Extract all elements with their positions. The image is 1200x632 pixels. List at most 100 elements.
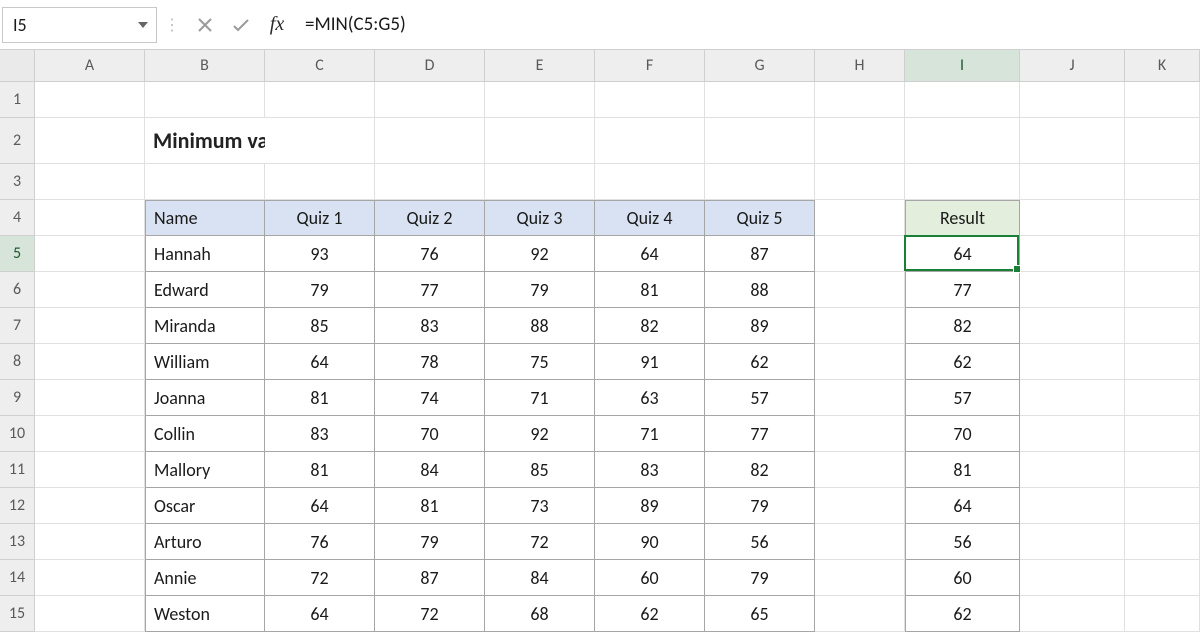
quiz-cell[interactable]: 64 [265,488,375,524]
cell[interactable] [1125,82,1200,118]
quiz-cell[interactable]: 76 [265,524,375,560]
row-header-8[interactable]: 8 [0,344,35,380]
name-cell[interactable]: Collin [145,416,265,452]
table-header[interactable]: Quiz 2 [375,200,485,236]
cell[interactable] [1020,524,1125,560]
page-title[interactable]: Minimum value [145,118,265,164]
cell[interactable] [35,416,145,452]
cell[interactable] [1020,164,1125,200]
quiz-cell[interactable]: 81 [595,272,705,308]
column-header-I[interactable]: I [905,50,1020,82]
quiz-cell[interactable]: 64 [265,596,375,632]
quiz-cell[interactable]: 79 [375,524,485,560]
cell[interactable] [705,82,815,118]
quiz-cell[interactable]: 74 [375,380,485,416]
cell[interactable] [35,596,145,632]
table-header[interactable]: Name [145,200,265,236]
cell[interactable] [815,452,905,488]
quiz-cell[interactable]: 64 [595,236,705,272]
cancel-icon[interactable] [187,7,223,43]
cell[interactable] [145,164,265,200]
cell[interactable] [145,82,265,118]
result-cell[interactable]: 60 [905,560,1020,596]
quiz-cell[interactable]: 84 [375,452,485,488]
formula-input[interactable] [295,7,1198,43]
cell[interactable] [815,308,905,344]
table-header[interactable]: Quiz 3 [485,200,595,236]
cell[interactable] [1020,236,1125,272]
cell[interactable] [705,118,815,164]
row-header-4[interactable]: 4 [0,200,35,236]
quiz-cell[interactable]: 60 [595,560,705,596]
name-cell[interactable]: Miranda [145,308,265,344]
quiz-cell[interactable]: 82 [595,308,705,344]
quiz-cell[interactable]: 62 [595,596,705,632]
cell[interactable] [1125,380,1200,416]
cell[interactable] [1125,488,1200,524]
cell[interactable] [1125,200,1200,236]
cell[interactable] [815,344,905,380]
cell[interactable] [905,82,1020,118]
quiz-cell[interactable]: 83 [595,452,705,488]
name-cell[interactable]: Mallory [145,452,265,488]
quiz-cell[interactable]: 84 [485,560,595,596]
result-header[interactable]: Result [905,200,1020,236]
row-header-10[interactable]: 10 [0,416,35,452]
cell[interactable] [35,488,145,524]
quiz-cell[interactable]: 81 [375,488,485,524]
row-header-12[interactable]: 12 [0,488,35,524]
quiz-cell[interactable]: 71 [485,380,595,416]
cell[interactable] [1125,118,1200,164]
quiz-cell[interactable]: 79 [265,272,375,308]
cell[interactable] [375,164,485,200]
cell[interactable] [1020,380,1125,416]
cell[interactable] [1020,200,1125,236]
table-header[interactable]: Quiz 4 [595,200,705,236]
result-cell[interactable]: 56 [905,524,1020,560]
column-header-C[interactable]: C [265,50,375,82]
cell[interactable] [265,82,375,118]
cell[interactable] [595,118,705,164]
result-cell[interactable]: 70 [905,416,1020,452]
table-header[interactable]: Quiz 1 [265,200,375,236]
quiz-cell[interactable]: 83 [265,416,375,452]
row-header-11[interactable]: 11 [0,452,35,488]
name-box[interactable]: I5 [2,7,157,43]
column-header-F[interactable]: F [595,50,705,82]
cell[interactable] [1020,596,1125,632]
quiz-cell[interactable]: 87 [375,560,485,596]
cell[interactable] [1125,560,1200,596]
cell[interactable] [1020,344,1125,380]
cell[interactable] [905,164,1020,200]
row-header-7[interactable]: 7 [0,308,35,344]
cell[interactable] [1020,82,1125,118]
quiz-cell[interactable]: 72 [485,524,595,560]
cell[interactable] [35,452,145,488]
cell[interactable] [485,82,595,118]
table-header[interactable]: Quiz 5 [705,200,815,236]
quiz-cell[interactable]: 89 [595,488,705,524]
cell[interactable] [1125,272,1200,308]
row-header-5[interactable]: 5 [0,236,35,272]
cell[interactable] [35,308,145,344]
cell[interactable] [595,82,705,118]
quiz-cell[interactable]: 83 [375,308,485,344]
cell[interactable] [815,200,905,236]
cell[interactable] [1125,524,1200,560]
cell[interactable] [35,236,145,272]
cell[interactable] [1125,164,1200,200]
name-cell[interactable]: Arturo [145,524,265,560]
cell[interactable] [815,82,905,118]
cell[interactable] [815,164,905,200]
cell[interactable] [1125,452,1200,488]
cell[interactable] [35,272,145,308]
cell[interactable] [1125,344,1200,380]
cell[interactable] [375,118,485,164]
cell[interactable] [485,118,595,164]
result-cell[interactable]: 82 [905,308,1020,344]
name-cell[interactable]: Hannah [145,236,265,272]
quiz-cell[interactable]: 75 [485,344,595,380]
quiz-cell[interactable]: 71 [595,416,705,452]
result-cell[interactable]: 77 [905,272,1020,308]
cell[interactable] [815,596,905,632]
